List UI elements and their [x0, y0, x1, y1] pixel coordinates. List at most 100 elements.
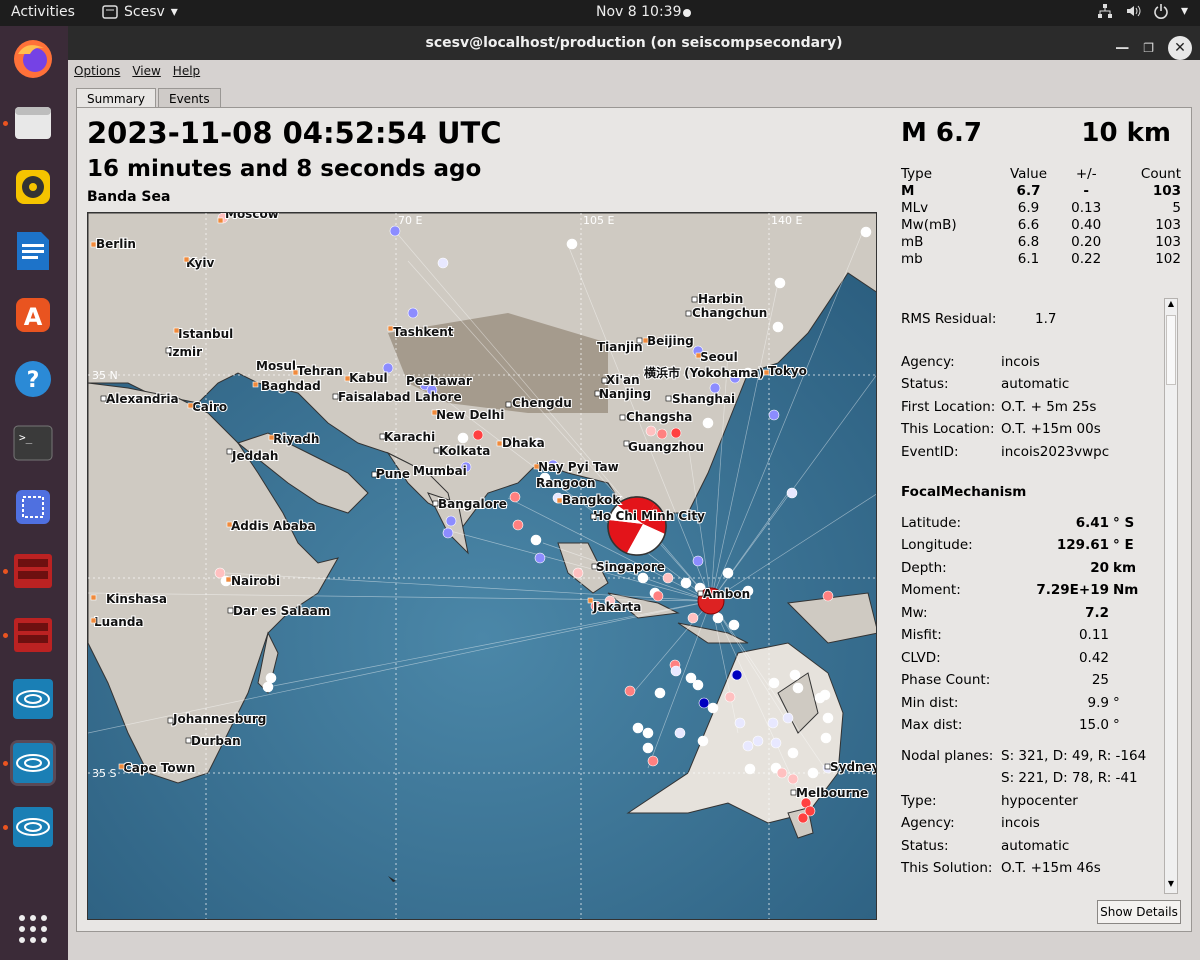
city-izmir: Izmir [168, 345, 202, 359]
scroll-thumb[interactable] [1166, 315, 1176, 385]
table-row: Mw(mB) 6.6 0.40 103 [901, 217, 1181, 233]
seiscomp-icon[interactable] [10, 804, 56, 850]
magnitude-table: Type Value +/- Count M 6.7-103 MLv 6.9 0.13… [901, 166, 1181, 268]
scolv-icon[interactable] [10, 548, 56, 594]
window-title: scesv@localhost/production (on seiscomps… [425, 35, 843, 51]
city-riyadh: Riyadh [273, 432, 319, 446]
running-indicator [3, 633, 8, 638]
scroll-down-icon[interactable]: ▼ [1165, 879, 1177, 893]
seiscomp-icon[interactable] [10, 676, 56, 722]
running-indicator [3, 121, 8, 126]
app-icon [102, 5, 118, 19]
app-menu[interactable]: Scesv ▾ [102, 4, 178, 20]
city-hochiminh: Ho Chi Minh City [593, 509, 705, 523]
menu-view[interactable]: View [132, 64, 160, 78]
mw-row: Mw: 7.2 [901, 604, 1109, 621]
show-apps-icon[interactable] [10, 906, 56, 952]
city-luanda: Luanda [94, 615, 144, 629]
city-tokyo: Tokyo [768, 364, 807, 378]
time-ago: 16 minutes and 8 seconds ago [87, 156, 482, 182]
city-naypyitaw: Nay Pyi Taw [538, 460, 619, 474]
event-map[interactable]: 70 E 105 E 140 E 35 N 35 S Moscow Berlin… [87, 212, 877, 920]
tab-summary[interactable]: Summary [76, 88, 156, 109]
city-xian: Xi'an [606, 373, 640, 387]
writer-icon[interactable] [10, 228, 56, 274]
first-location-row: First Location: O.T. + 5m 25s [901, 398, 1097, 415]
details-scrollbar[interactable]: ▲ ▼ [1164, 298, 1178, 894]
grid-label-35s: 35 S [92, 767, 116, 780]
running-indicator [3, 825, 8, 830]
map-canvas: 70 E 105 E 140 E 35 N 35 S Moscow Berlin… [88, 213, 877, 919]
city-moscow: Moscow [225, 213, 279, 221]
this-location-row: This Location: O.T. +15m 00s [901, 421, 1101, 437]
rhythmbox-icon[interactable] [10, 164, 56, 210]
eventid-row: EventID: incois2023vwpc [901, 443, 1110, 460]
city-tianjin: Tianjin [597, 340, 643, 354]
svg-text:>_: >_ [19, 431, 33, 444]
city-berlin: Berlin [96, 237, 136, 251]
rms-row: RMS Residual: 1.7 [901, 311, 1057, 327]
city-guangzhou: Guangzhou [628, 440, 704, 454]
grid-label-105e: 105 E [583, 214, 614, 227]
city-kabul: Kabul [349, 371, 388, 385]
depth-row: Depth: 20 km [901, 559, 1137, 576]
maximize-icon[interactable]: ❐ [1143, 31, 1154, 65]
phase-count-row: Phase Count: 25 [901, 672, 1109, 688]
help-icon[interactable]: ? [10, 356, 56, 402]
table-row: mB 6.8 0.20 103 [901, 234, 1181, 250]
city-tashkent: Tashkent [393, 325, 454, 339]
city-bangalore: Bangalore [438, 497, 507, 511]
city-faisalabad: Faisalabad [338, 390, 410, 404]
city-beijing: Beijing [647, 334, 694, 348]
city-harbin: Harbin [698, 292, 743, 306]
city-mumbai: Mumbai [413, 464, 467, 478]
table-row: MLv 6.9 0.13 5 [901, 200, 1181, 216]
screenshot-icon[interactable] [10, 484, 56, 530]
dock: A ? >_ [0, 26, 68, 960]
show-details-button[interactable]: Show Details [1097, 900, 1181, 924]
firefox-icon[interactable] [10, 36, 56, 82]
activities-button[interactable]: Activities [11, 4, 75, 20]
city-rangoon: Rangoon [536, 476, 596, 490]
chevron-down-icon: ▾ [170, 4, 178, 20]
city-kyiv: Kyiv [186, 256, 214, 270]
nodal-planes-row-2: S: 221, D: 78, R: -41 [1001, 770, 1138, 786]
terminal-icon[interactable]: >_ [10, 420, 56, 466]
files-icon[interactable] [10, 100, 56, 146]
seiscomp-scesv-icon[interactable] [10, 740, 56, 786]
power-icon [1154, 4, 1168, 19]
grid-label-140e: 140 E [771, 214, 802, 227]
chevron-down-icon: ▾ [1180, 3, 1188, 19]
tab-events[interactable]: Events [158, 88, 221, 109]
fm-title: FocalMechanism [901, 484, 1027, 500]
grid-label-35n: 35 N [92, 369, 118, 382]
max-dist-row: Max dist: 15.0 ° [901, 717, 1120, 733]
agency-row: Agency: incois [901, 353, 1040, 370]
city-baghdad: Baghdad [261, 379, 321, 393]
scroll-up-icon[interactable]: ▲ [1165, 299, 1177, 313]
fm-status-row: Status: automatic [901, 837, 1070, 854]
city-nanjing: Nanjing [599, 387, 651, 401]
menu-options[interactable]: Options [74, 64, 120, 78]
city-mosul: Mosul [256, 359, 296, 373]
scolv2-icon[interactable] [10, 612, 56, 658]
fm-agency-row: Agency: incois [901, 815, 1040, 831]
app-center-icon[interactable]: A [10, 292, 56, 338]
city-durban: Durban [191, 734, 241, 748]
system-tray[interactable]: ▾ [1097, 3, 1188, 19]
grid-label-70e: 70 E [398, 214, 422, 227]
city-addis-ababa: Addis Ababa [231, 519, 316, 533]
running-indicator [3, 761, 8, 766]
minimize-icon[interactable]: — [1115, 31, 1129, 65]
clock[interactable]: Nov 8 10:39 [596, 4, 681, 20]
city-kinshasa: Kinshasa [106, 592, 167, 606]
city-jakarta: Jakarta [592, 600, 641, 614]
city-sydney: Sydney [830, 760, 877, 774]
menu-help[interactable]: Help [173, 64, 200, 78]
city-singapore: Singapore [596, 560, 665, 574]
city-pune: Pune [376, 467, 410, 481]
close-icon[interactable]: ✕ [1168, 36, 1192, 60]
volume-icon [1126, 5, 1141, 17]
title-bar[interactable]: scesv@localhost/production (on seiscomps… [68, 26, 1200, 60]
status-row: Status: automatic [901, 376, 1070, 392]
